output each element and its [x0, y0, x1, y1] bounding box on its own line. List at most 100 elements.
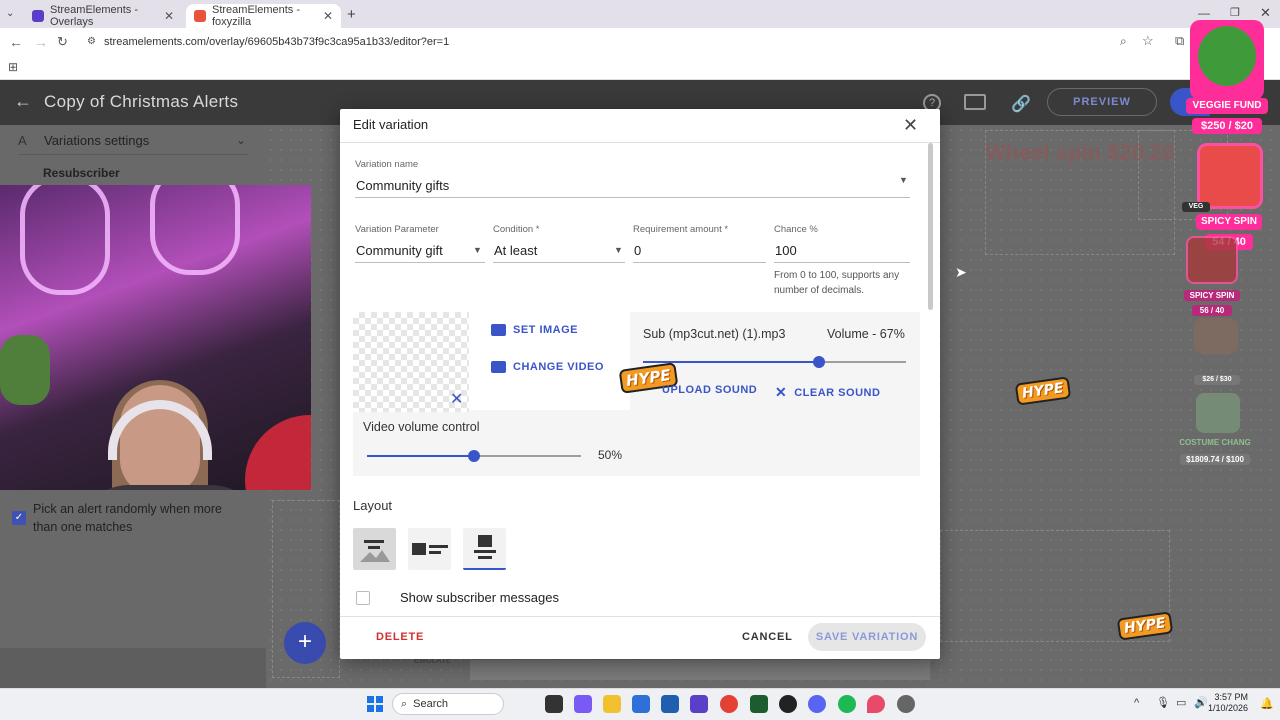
chevron-down-icon[interactable]: ⌄: [236, 133, 246, 147]
tab-list-icon[interactable]: ⌄: [6, 8, 14, 19]
screen-icon[interactable]: [964, 94, 986, 110]
chance-help-text: From 0 to 100, supports any number of de…: [774, 270, 900, 296]
canvas-widget-bar[interactable]: [470, 660, 930, 680]
requirement-amount-input[interactable]: 0: [634, 243, 641, 258]
app-icon[interactable]: [690, 695, 708, 713]
field-underline: [633, 262, 766, 263]
taskbar-clock[interactable]: 3:57 PM 1/10/2026: [1208, 692, 1248, 714]
bookmark-star-icon[interactable]: ☆: [1142, 33, 1154, 49]
back-icon[interactable]: ←: [9, 34, 23, 50]
plush-toy: [0, 335, 50, 405]
notifications-icon[interactable]: 🔔: [1260, 697, 1274, 710]
sound-file-name: Sub (mp3cut.net) (1).mp3: [643, 327, 786, 341]
volume-icon[interactable]: 🔊: [1194, 696, 1208, 709]
file-explorer-icon[interactable]: [603, 695, 621, 713]
new-tab-icon[interactable]: +: [347, 6, 356, 23]
random-alert-label: Pick an alert randomly when more than on…: [33, 502, 222, 534]
dialog-scrollbar[interactable]: [928, 143, 933, 310]
layout-option-image-above-text[interactable]: [463, 528, 506, 570]
link-icon[interactable]: 🔗: [1011, 94, 1031, 114]
maximize-icon[interactable]: ❐: [1230, 6, 1240, 19]
dropdown-arrow-icon[interactable]: ▼: [473, 245, 482, 255]
delete-button[interactable]: DELETE: [376, 631, 424, 643]
taskbar-search[interactable]: ⌕ Search: [392, 693, 504, 715]
site-info-icon[interactable]: ⚙: [87, 36, 96, 47]
minimize-icon[interactable]: —: [1198, 6, 1210, 20]
discord-icon[interactable]: [808, 695, 826, 713]
field-underline: [355, 262, 485, 263]
variations-settings-title[interactable]: Variations settings: [44, 133, 149, 148]
zoom-icon[interactable]: ⌕: [1120, 34, 1127, 49]
tab-title: StreamElements - Overlays: [50, 4, 139, 28]
outlook-icon[interactable]: [661, 695, 679, 713]
condition-select[interactable]: At least: [494, 243, 537, 258]
spotify-icon[interactable]: [838, 695, 856, 713]
tab-overlays[interactable]: StreamElements - Overlays ✕: [24, 4, 182, 28]
variation-name-select[interactable]: Community gifts: [356, 178, 449, 193]
close-tab-icon[interactable]: ✕: [323, 9, 333, 23]
chrome-icon[interactable]: [720, 695, 738, 713]
set-image-button[interactable]: SET IMAGE: [491, 324, 578, 336]
task-view-icon[interactable]: [545, 695, 563, 713]
video-icon: [491, 361, 506, 373]
close-window-icon[interactable]: ✕: [1260, 5, 1271, 21]
show-subscriber-messages-checkbox[interactable]: [356, 591, 370, 605]
back-arrow-icon[interactable]: ←: [14, 91, 32, 112]
volume-label: Volume - 67%: [827, 327, 905, 341]
reload-icon[interactable]: ↻: [57, 34, 68, 50]
url-field[interactable]: streamelements.com/overlay/69605b43b73f9…: [84, 32, 1164, 52]
copilot-icon[interactable]: [574, 695, 592, 713]
video-volume-value: 50%: [598, 448, 623, 462]
variation-item-resubscriber[interactable]: Resubscriber: [43, 166, 120, 180]
streamer-body: [70, 485, 270, 490]
save-variation-button[interactable]: SAVE VARIATION: [808, 623, 926, 651]
change-video-label: CHANGE VIDEO: [513, 361, 604, 373]
veggie-fund-amount: $250 / $20: [1192, 118, 1262, 134]
veggie-fund-widget[interactable]: [1190, 20, 1264, 100]
settings-icon[interactable]: [897, 695, 915, 713]
microphone-icon[interactable]: 🎙: [1156, 696, 1170, 709]
cancel-button[interactable]: CANCEL: [742, 631, 793, 643]
forward-icon[interactable]: →: [34, 34, 48, 50]
costume-label: COSTUME CHANG: [1179, 438, 1251, 447]
add-widget-button[interactable]: +: [284, 622, 326, 664]
video-volume-slider-thumb[interactable]: [468, 450, 480, 462]
close-tab-icon[interactable]: ✕: [164, 9, 174, 23]
tab-foxyzilla[interactable]: StreamElements - foxyzilla ✕: [186, 4, 341, 28]
dialog-header-divider: [340, 142, 940, 143]
close-icon[interactable]: ✕: [903, 115, 918, 136]
variation-parameter-label: Variation Parameter: [355, 224, 439, 235]
layout-option-text-over-image[interactable]: [353, 528, 396, 570]
random-alert-checkbox[interactable]: ✓: [12, 511, 26, 525]
extensions-icon[interactable]: ⧉: [1175, 33, 1184, 49]
search-placeholder: Search: [413, 698, 449, 710]
preview-button[interactable]: PREVIEW: [1047, 88, 1157, 116]
divider: [18, 154, 248, 155]
upload-sound-button[interactable]: UPLOAD SOUND: [662, 384, 757, 396]
network-icon[interactable]: ▭: [1176, 696, 1186, 709]
chance-input[interactable]: 100: [775, 243, 797, 258]
spicy-spin-small-amount: 56 / 40: [1192, 305, 1232, 316]
variation-name-label: Variation name: [355, 159, 419, 170]
store-icon[interactable]: [632, 695, 650, 713]
chance-label: Chance %: [774, 224, 818, 235]
dropdown-arrow-icon[interactable]: ▼: [614, 245, 623, 255]
windows-start-icon[interactable]: [367, 696, 383, 712]
layout-option-side-by-side[interactable]: [408, 528, 451, 570]
obs-icon[interactable]: [779, 695, 797, 713]
chevron-up-icon[interactable]: ^: [1134, 697, 1139, 709]
remove-media-icon[interactable]: ✕: [450, 389, 463, 409]
pin-app-icon[interactable]: [867, 695, 885, 713]
chili-small-icon: [1186, 236, 1238, 284]
excel-icon[interactable]: [750, 695, 768, 713]
video-volume-label: Video volume control: [363, 420, 480, 434]
field-underline: [774, 262, 910, 263]
variation-parameter-select[interactable]: Community gift: [356, 243, 443, 258]
clear-sound-button[interactable]: ✕ CLEAR SOUND: [775, 384, 880, 401]
dropdown-arrow-icon[interactable]: ▼: [899, 175, 908, 185]
costume-icon: [1196, 393, 1240, 433]
change-video-button[interactable]: CHANGE VIDEO: [491, 361, 604, 373]
pumpkin-icon: [1194, 318, 1238, 354]
apps-grid-icon[interactable]: ⊞: [8, 60, 18, 74]
overlay-title[interactable]: Copy of Christmas Alerts: [44, 92, 238, 112]
